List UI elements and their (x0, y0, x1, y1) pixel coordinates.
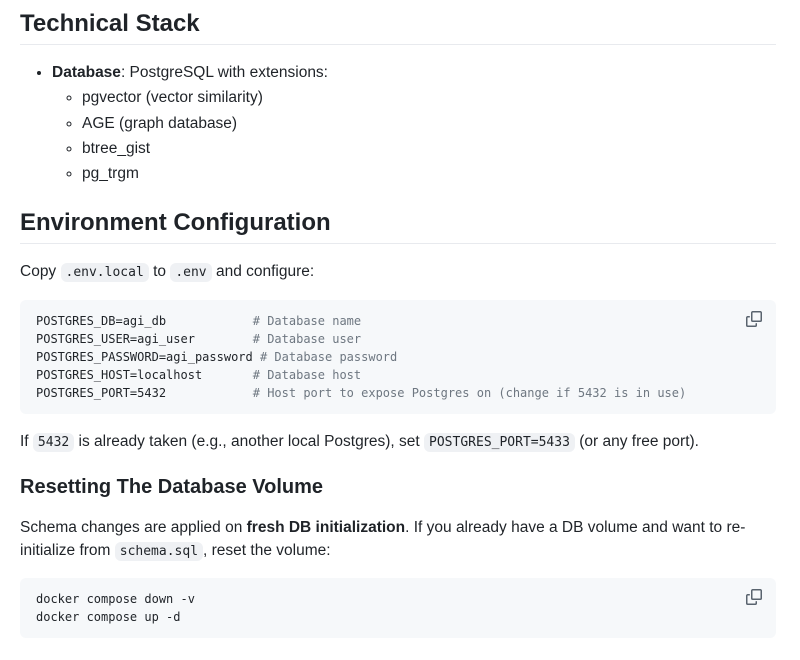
extensions-sublist: pgvector (vector similarity) AGE (graph … (52, 86, 776, 185)
database-label: Database (52, 64, 121, 81)
heading-technical-stack: Technical Stack (20, 10, 776, 45)
list-item-pgvector: pgvector (vector similarity) (82, 86, 776, 109)
text-segment: (or any free port). (575, 433, 699, 450)
text-segment: is already taken (e.g., another local Po… (74, 433, 424, 450)
schema-paragraph: Schema changes are applied on fresh DB i… (20, 516, 776, 563)
list-item-age: AGE (graph database) (82, 112, 776, 135)
code-line: POSTGRES_HOST=localhost # Database host (36, 366, 760, 384)
list-item-database: Database: PostgreSQL with extensions: pg… (52, 61, 776, 185)
tech-stack-list: Database: PostgreSQL with extensions: pg… (20, 61, 776, 185)
fresh-db-bold: fresh DB initialization (247, 519, 405, 536)
text-segment: , reset the volume: (203, 542, 331, 559)
code-line: POSTGRES_DB=agi_db # Database name (36, 312, 760, 330)
code-line: POSTGRES_USER=agi_user # Database user (36, 330, 760, 348)
copy-env-paragraph: Copy .env.local to .env and configure: (20, 260, 776, 283)
code-line: POSTGRES_PASSWORD=agi_password # Databas… (36, 348, 760, 366)
inline-code-schema-sql: schema.sql (115, 542, 203, 561)
list-item-btree-gist: btree_gist (82, 137, 776, 160)
markdown-body: Technical Stack Database: PostgreSQL wit… (0, 0, 800, 660)
database-description: : PostgreSQL with extensions: (121, 64, 328, 81)
inline-code-env-local: .env.local (61, 263, 149, 282)
code-line: docker compose down -v (36, 590, 760, 608)
copy-icon (746, 589, 762, 605)
code-line: POSTGRES_PORT=5432 # Host port to expose… (36, 384, 760, 402)
copy-button[interactable] (740, 305, 768, 333)
code-block-env-config: POSTGRES_DB=agi_db # Database namePOSTGR… (20, 300, 776, 414)
inline-code-env: .env (170, 263, 211, 282)
inline-code-5432: 5432 (33, 433, 74, 452)
port-taken-paragraph: If 5432 is already taken (e.g., another … (20, 430, 776, 453)
text-segment: Schema changes are applied on (20, 519, 247, 536)
text-segment: If (20, 433, 33, 450)
text-segment: and configure: (212, 263, 315, 280)
code-block-docker: docker compose down -vdocker compose up … (20, 578, 776, 638)
code-line: docker compose up -d (36, 608, 760, 626)
copy-button[interactable] (740, 583, 768, 611)
text-segment: Copy (20, 263, 61, 280)
heading-resetting-volume: Resetting The Database Volume (20, 475, 776, 500)
copy-icon (746, 311, 762, 327)
text-segment: to (149, 263, 171, 280)
inline-code-postgres-port: POSTGRES_PORT=5433 (424, 433, 575, 452)
list-item-pg-trgm: pg_trgm (82, 162, 776, 185)
heading-environment-configuration: Environment Configuration (20, 209, 776, 244)
